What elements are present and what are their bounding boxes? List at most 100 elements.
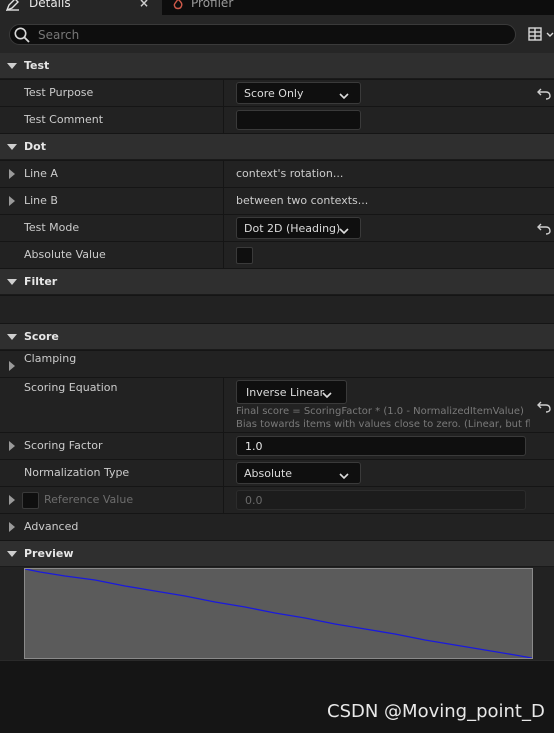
reference-value-checkbox[interactable] xyxy=(22,492,39,509)
line-b-value: between two contexts... xyxy=(236,194,369,207)
test-purpose-value: Score Only xyxy=(244,87,304,100)
scoring-factor-input[interactable]: 1.0 xyxy=(236,436,526,456)
section-preview-title: Preview xyxy=(24,547,74,560)
line-a-value: context's rotation... xyxy=(236,167,344,180)
normalization-type-value: Absolute xyxy=(244,467,293,480)
search-box[interactable] xyxy=(9,24,516,45)
test-comment-input[interactable] xyxy=(236,110,361,130)
row-absolute-value: Absolute Value xyxy=(0,242,554,269)
tab-bar: Details × Profiler xyxy=(0,0,554,15)
expand-arrow-icon[interactable] xyxy=(9,196,15,206)
expand-arrow-icon[interactable] xyxy=(9,522,15,532)
section-preview[interactable]: Preview xyxy=(0,541,554,567)
reference-value-input[interactable]: 0.0 xyxy=(236,490,526,510)
reset-to-default-icon[interactable] xyxy=(537,399,551,413)
edit-icon xyxy=(5,0,20,12)
scoring-curve xyxy=(24,568,533,659)
collapse-arrow-icon xyxy=(7,63,17,69)
column-divider xyxy=(223,80,224,106)
column-divider xyxy=(223,433,224,459)
row-scoring-equation: Scoring Equation Inverse Linear Final sc… xyxy=(0,378,554,433)
expand-arrow-icon[interactable] xyxy=(9,495,15,505)
scoring-equation-description: Bias towards items with values close to … xyxy=(236,419,530,430)
chevron-down-icon xyxy=(339,225,349,235)
chevron-down-icon xyxy=(339,90,349,100)
tab-profiler-label: Profiler xyxy=(191,0,234,10)
absolute-value-label: Absolute Value xyxy=(24,248,106,261)
row-line-a: Line A context's rotation... xyxy=(0,161,554,188)
scoring-equation-dropdown[interactable]: Inverse Linear xyxy=(236,380,347,404)
row-advanced[interactable]: Advanced xyxy=(0,514,554,541)
test-mode-label: Test Mode xyxy=(24,221,80,234)
scoring-equation-value: Inverse Linear xyxy=(246,386,325,399)
tab-profiler[interactable]: Profiler xyxy=(162,0,292,15)
tab-details[interactable]: Details × xyxy=(0,0,162,15)
scoring-factor-label: Scoring Factor xyxy=(24,439,103,452)
view-options-icon[interactable] xyxy=(527,27,554,43)
column-divider xyxy=(223,378,224,432)
normalization-type-dropdown[interactable]: Absolute xyxy=(236,462,361,484)
row-reference-value: Reference Value 0.0 xyxy=(0,487,554,514)
column-divider xyxy=(223,161,224,187)
collapse-arrow-icon xyxy=(7,334,17,340)
row-clamping: Clamping xyxy=(0,351,554,378)
row-line-b: Line B between two contexts... xyxy=(0,188,554,215)
reference-value-label: Reference Value xyxy=(44,493,134,506)
column-divider xyxy=(223,460,224,486)
section-test[interactable]: Test xyxy=(0,53,554,79)
section-score[interactable]: Score xyxy=(0,324,554,350)
row-test-mode: Test Mode Dot 2D (Heading) xyxy=(0,215,554,242)
search-bar xyxy=(0,15,554,53)
chevron-down-icon xyxy=(322,389,332,399)
preview-graph xyxy=(24,568,533,659)
empty-panel-area xyxy=(0,660,554,733)
row-test-purpose: Test Purpose Score Only xyxy=(0,80,554,107)
line-b-label: Line B xyxy=(24,194,58,207)
collapse-arrow-icon xyxy=(7,279,17,285)
expand-arrow-icon[interactable] xyxy=(9,441,15,451)
tab-details-label: Details xyxy=(29,0,71,10)
section-dot[interactable]: Dot xyxy=(0,134,554,160)
test-comment-label: Test Comment xyxy=(24,113,104,126)
preview-panel xyxy=(0,567,554,660)
reference-value-value: 0.0 xyxy=(245,494,263,507)
advanced-label: Advanced xyxy=(24,520,79,533)
scoring-factor-value: 1.0 xyxy=(245,440,263,453)
column-divider xyxy=(223,487,224,513)
collapse-arrow-icon xyxy=(7,144,17,150)
line-a-label: Line A xyxy=(24,167,58,180)
section-dot-title: Dot xyxy=(24,140,46,153)
column-divider xyxy=(223,188,224,214)
test-purpose-label: Test Purpose xyxy=(24,86,94,99)
search-input[interactable] xyxy=(38,27,498,43)
search-icon xyxy=(13,26,31,44)
normalization-type-label: Normalization Type xyxy=(24,466,130,479)
absolute-value-checkbox[interactable] xyxy=(236,247,253,264)
scoring-equation-label: Scoring Equation xyxy=(24,381,118,394)
column-divider xyxy=(223,107,224,133)
section-filter[interactable]: Filter xyxy=(0,269,554,295)
close-icon[interactable]: × xyxy=(139,0,149,10)
section-score-title: Score xyxy=(24,330,59,343)
watermark: CSDN @Moving_point_D xyxy=(327,701,545,722)
reset-to-default-icon[interactable] xyxy=(537,221,551,235)
expand-arrow-icon[interactable] xyxy=(9,361,15,371)
clamping-label: Clamping xyxy=(24,352,77,365)
row-normalization-type: Normalization Type Absolute xyxy=(0,460,554,487)
column-divider xyxy=(223,215,224,241)
reset-to-default-icon[interactable] xyxy=(537,86,551,100)
test-purpose-dropdown[interactable]: Score Only xyxy=(236,82,361,104)
test-mode-value: Dot 2D (Heading) xyxy=(244,222,341,235)
profiler-icon xyxy=(172,0,184,10)
row-test-comment: Test Comment xyxy=(0,107,554,134)
column-divider xyxy=(223,242,224,268)
collapse-arrow-icon xyxy=(7,551,17,557)
section-test-title: Test xyxy=(24,59,50,72)
chevron-down-icon xyxy=(339,470,349,480)
test-mode-dropdown[interactable]: Dot 2D (Heading) xyxy=(236,217,361,239)
expand-arrow-icon[interactable] xyxy=(9,169,15,179)
preview-graph-svg xyxy=(24,568,533,659)
row-scoring-factor: Scoring Factor 1.0 xyxy=(0,433,554,460)
filter-content xyxy=(0,296,554,324)
section-filter-title: Filter xyxy=(24,275,58,288)
